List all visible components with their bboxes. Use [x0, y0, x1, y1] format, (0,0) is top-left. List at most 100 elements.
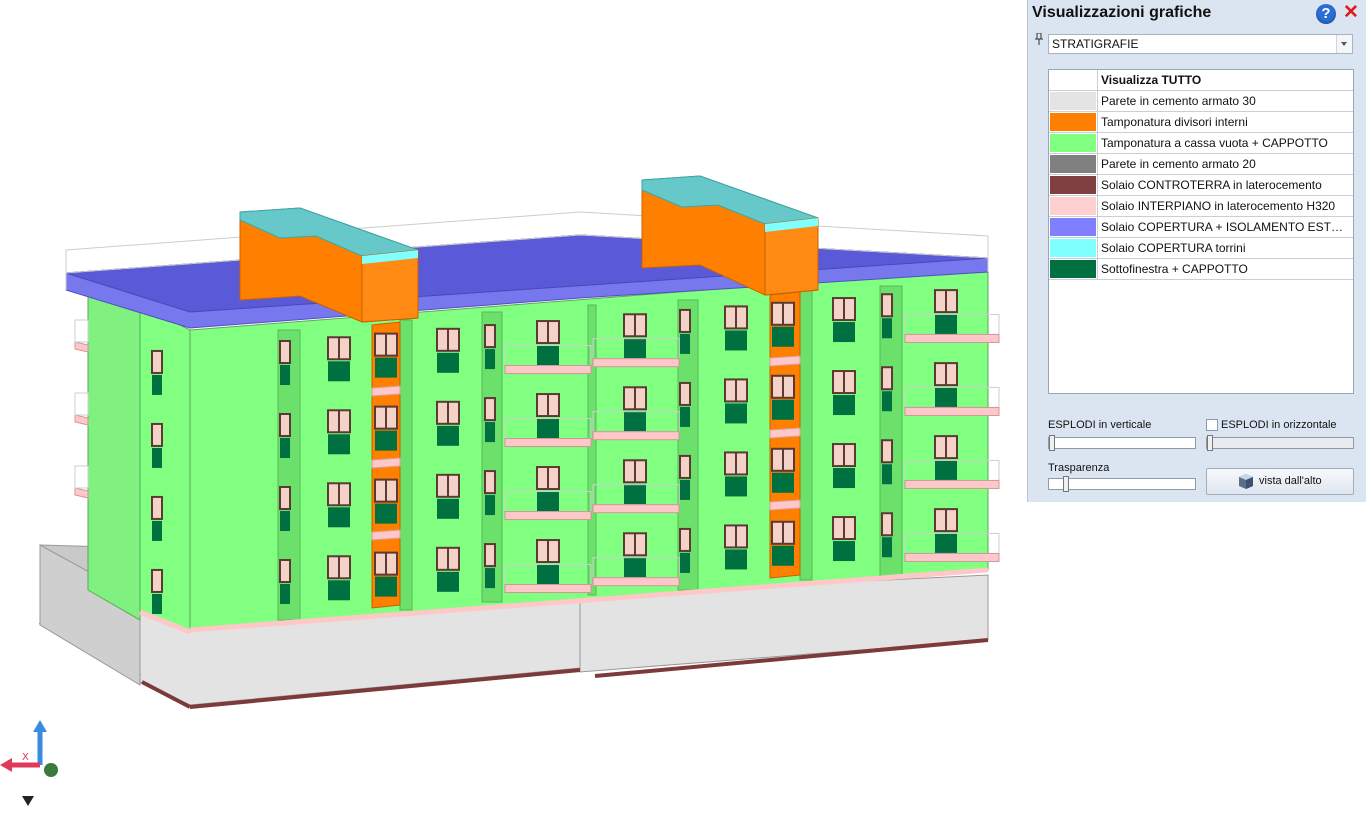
legend-label: Solaio COPERTURA torrini — [1101, 241, 1246, 255]
window-sill-panel — [624, 484, 646, 505]
legend-label: Parete in cemento armato 30 — [1101, 94, 1256, 108]
window-sill-panel — [833, 468, 855, 489]
balcony-slab — [504, 584, 592, 594]
window-sill-panel — [437, 498, 459, 519]
building-3d-model[interactable]: X Z — [0, 0, 1027, 814]
axis-gizmo: X Z — [0, 720, 58, 806]
window-sill-panel — [935, 460, 957, 481]
legend-swatch — [1050, 260, 1096, 278]
window-sill-panel — [280, 365, 290, 386]
window-sill-panel — [280, 438, 290, 459]
legend-swatch — [1050, 113, 1096, 131]
window-sill-panel — [152, 593, 162, 614]
window-sill-panel — [152, 520, 162, 541]
legend-header-label: Visualizza TUTTO — [1101, 73, 1202, 87]
legend-row[interactable]: Solaio COPERTURA + ISOLAMENTO ESTRADOSSO — [1049, 217, 1353, 238]
top-view-button-label: vista dall'alto — [1259, 475, 1322, 487]
legend-row[interactable]: Tamponatura a cassa vuota + CAPPOTTO — [1049, 133, 1353, 154]
legend-swatch — [1050, 218, 1096, 236]
legend-swatch — [1050, 155, 1096, 173]
explode-vertical-slider[interactable] — [1048, 435, 1196, 451]
legend-row[interactable]: Sottofinestra + CAPPOTTO — [1049, 259, 1353, 280]
explode-horizontal-checkbox[interactable] — [1206, 419, 1218, 431]
window-sill-panel — [624, 557, 646, 578]
slider-thumb[interactable] — [1063, 476, 1069, 492]
close-icon[interactable]: ✕ — [1341, 3, 1361, 23]
window — [279, 486, 291, 511]
window — [881, 293, 893, 318]
legend-row[interactable]: Solaio COPERTURA torrini — [1049, 238, 1353, 259]
window-sill-panel — [328, 507, 350, 528]
window-sill-panel — [280, 584, 290, 605]
window-sill-panel — [680, 552, 690, 573]
slider-thumb[interactable] — [1207, 435, 1213, 451]
window-sill-panel — [680, 406, 690, 427]
window — [484, 470, 496, 495]
legend-row-show-all[interactable]: Visualizza TUTTO — [1049, 70, 1353, 91]
balcony-slab — [904, 406, 1000, 416]
legend-label: Tamponatura a cassa vuota + CAPPOTTO — [1101, 136, 1328, 150]
window — [881, 512, 893, 537]
window-sill-panel — [935, 387, 957, 408]
window-sill-panel — [152, 447, 162, 468]
transparency-slider[interactable] — [1048, 476, 1196, 492]
pin-icon[interactable] — [1034, 33, 1044, 45]
legend-label: Tamponatura divisori interni — [1101, 115, 1248, 129]
window-sill-panel — [725, 330, 747, 351]
window-sill-panel — [375, 357, 397, 378]
explode-horizontal-label: ESPLODI in orizzontale — [1221, 419, 1337, 431]
window — [484, 324, 496, 349]
window-sill-panel — [537, 418, 559, 439]
3d-viewport[interactable]: X Z — [0, 0, 1027, 814]
legend-row[interactable]: Tamponatura divisori interni — [1049, 112, 1353, 133]
window — [679, 454, 691, 479]
transparency-label: Trasparenza — [1048, 462, 1110, 474]
chevron-down-icon[interactable] — [1336, 35, 1352, 53]
window-sill-panel — [935, 314, 957, 335]
window — [151, 568, 163, 593]
slider-thumb[interactable] — [1049, 435, 1055, 451]
balcony-slab — [904, 479, 1000, 489]
balcony-slab — [504, 438, 592, 448]
window-sill-panel — [882, 391, 892, 412]
explode-horizontal-slider[interactable] — [1206, 435, 1354, 451]
question-icon[interactable]: ? — [1316, 4, 1336, 24]
legend-swatch — [1050, 134, 1096, 152]
legend-swatch — [1050, 239, 1096, 257]
window-sill-panel — [833, 395, 855, 416]
view-type-select[interactable]: STRATIGRAFIE — [1048, 34, 1353, 54]
window — [881, 439, 893, 464]
window-sill-panel — [485, 349, 495, 370]
window-sill-panel — [725, 476, 747, 497]
window-sill-panel — [772, 326, 794, 347]
legend-swatch — [1050, 197, 1096, 215]
balcony-slab — [592, 577, 680, 587]
window-sill-panel — [537, 564, 559, 585]
window — [679, 381, 691, 406]
balcony-slab — [592, 358, 680, 368]
window-sill-panel — [882, 464, 892, 485]
window-sill-panel — [152, 374, 162, 395]
legend-row[interactable]: Solaio CONTROTERRA in laterocemento — [1049, 175, 1353, 196]
window — [679, 308, 691, 333]
window — [679, 527, 691, 552]
top-view-button[interactable]: vista dall'alto — [1206, 468, 1354, 495]
balcony-slab — [504, 365, 592, 375]
legend-row[interactable]: Solaio INTERPIANO in laterocemento H320 — [1049, 196, 1353, 217]
window — [151, 349, 163, 374]
window-sill-panel — [280, 511, 290, 532]
legend-row[interactable]: Parete in cemento armato 20 — [1049, 154, 1353, 175]
graphic-views-panel: Visualizzazioni grafiche ? ✕ STRATIGRAFI… — [1027, 0, 1366, 502]
balcony-slab — [592, 431, 680, 441]
window-sill-panel — [375, 576, 397, 597]
window-sill-panel — [485, 568, 495, 589]
legend-row[interactable]: Parete in cemento armato 30 — [1049, 91, 1353, 112]
window-sill-panel — [882, 318, 892, 339]
window-sill-panel — [437, 352, 459, 373]
window-sill-panel — [624, 338, 646, 359]
axis-x-label: X — [22, 752, 29, 763]
legend-label: Solaio INTERPIANO in laterocemento H320 — [1101, 199, 1336, 213]
balcony-slab — [504, 511, 592, 521]
view-type-value: STRATIGRAFIE — [1052, 37, 1139, 51]
window-sill-panel — [680, 479, 690, 500]
